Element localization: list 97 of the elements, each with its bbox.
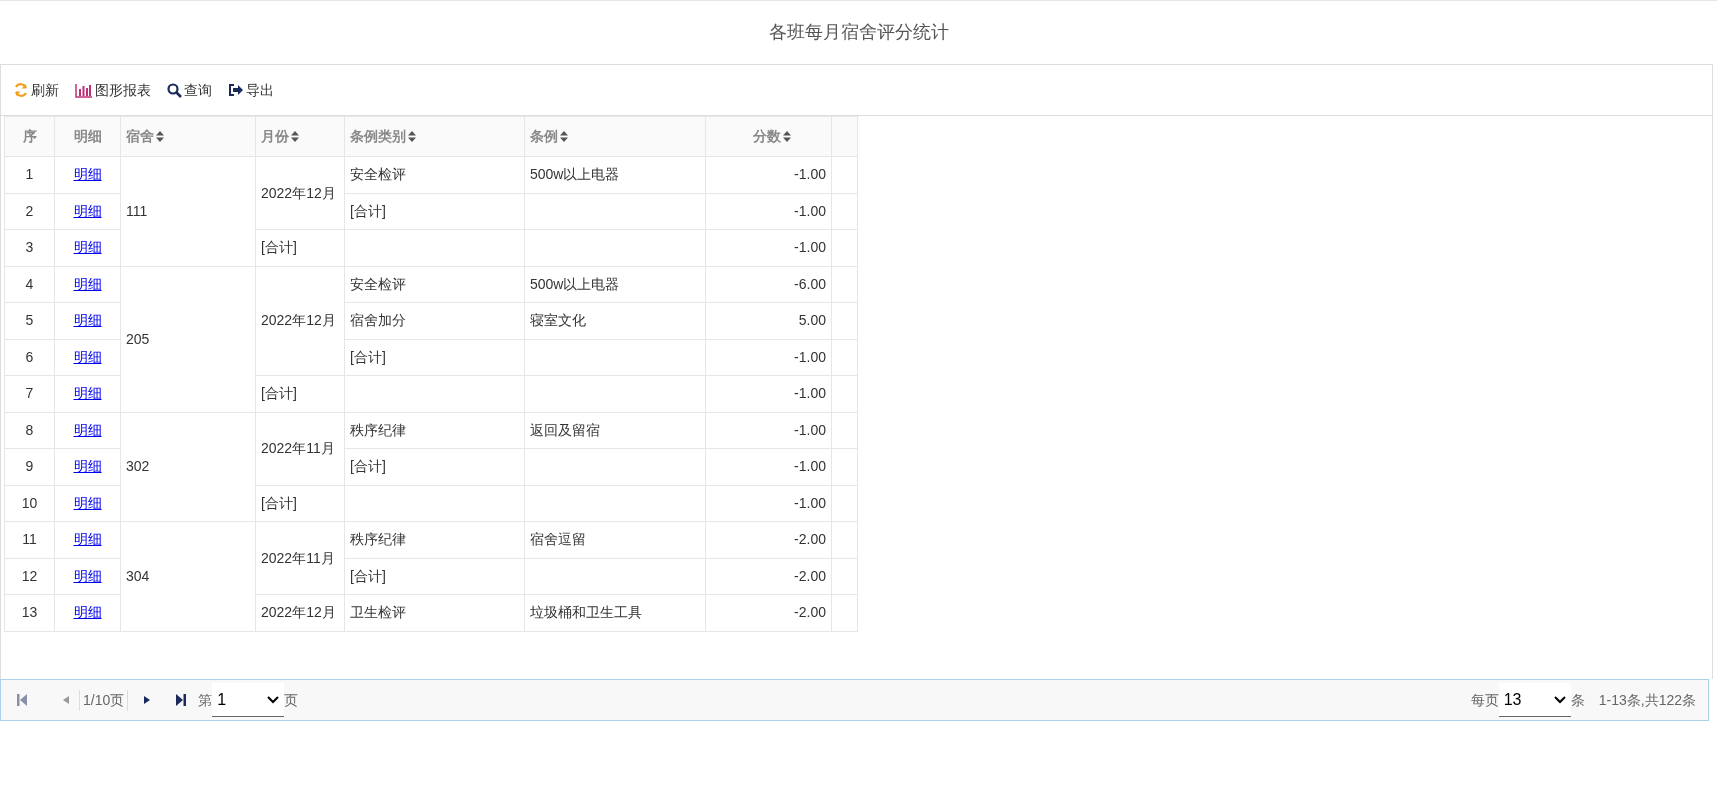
- score-cell: -1.00: [705, 485, 832, 522]
- category-cell: 安全检评: [344, 156, 525, 193]
- per-page-select[interactable]: 13: [1498, 683, 1571, 717]
- row-number: 8: [4, 412, 55, 449]
- category-cell: [合计]: [344, 339, 525, 376]
- month-cell: 2022年12月: [255, 156, 345, 230]
- refresh-icon: [13, 82, 29, 98]
- search-icon: [167, 82, 182, 98]
- month-cell: [合计]: [255, 229, 345, 266]
- row-number: 2: [4, 193, 55, 230]
- sort-icon: [783, 131, 791, 142]
- rule-cell: 宿舍逗留: [524, 521, 706, 558]
- row-number: 12: [4, 558, 55, 595]
- export-icon: [228, 83, 244, 97]
- category-cell: 秩序纪律: [344, 412, 525, 449]
- sort-icon: [560, 131, 568, 142]
- category-cell: 秩序纪律: [344, 521, 525, 558]
- column-header: 明细: [73, 127, 102, 146]
- row-number: 9: [4, 448, 55, 485]
- record-summary: 1-13条,共122条: [1598, 690, 1696, 710]
- page-label: 页: [284, 690, 299, 710]
- detail-link[interactable]: 明细: [73, 531, 102, 548]
- dorm-cell: 302: [120, 412, 256, 522]
- page-label: 第: [198, 690, 213, 710]
- toolbar-button[interactable]: 图形报表: [75, 79, 151, 101]
- rule-cell: 寝室文化: [524, 302, 706, 339]
- detail-link[interactable]: 明细: [73, 239, 102, 256]
- category-cell: [合计]: [344, 193, 525, 230]
- score-cell: -1.00: [705, 448, 832, 485]
- row-number: 7: [4, 375, 55, 412]
- category-cell: 安全检评: [344, 266, 525, 303]
- score-cell: -1.00: [705, 375, 832, 412]
- bar-chart-icon: [75, 82, 93, 98]
- toolbar-button[interactable]: 导出: [228, 79, 274, 101]
- detail-link[interactable]: 明细: [73, 494, 102, 511]
- month-cell: [合计]: [255, 485, 345, 522]
- row-number: 6: [4, 339, 55, 376]
- dorm-cell: 111: [120, 156, 256, 266]
- score-cell: -2.00: [705, 521, 832, 558]
- rule-cell: 500w以上电器: [524, 156, 706, 193]
- score-cell: 5.00: [705, 302, 832, 339]
- row-number: 1: [4, 156, 55, 193]
- page-select[interactable]: 1: [212, 683, 285, 717]
- month-cell: [合计]: [255, 375, 345, 412]
- score-cell: -1.00: [705, 193, 832, 230]
- detail-link[interactable]: 明细: [73, 166, 102, 183]
- score-cell: -1.00: [705, 412, 832, 449]
- category-cell: [合计]: [344, 448, 525, 485]
- toolbar-button[interactable]: 刷新: [13, 79, 59, 101]
- toolbar-button[interactable]: 查询: [167, 79, 212, 101]
- rule-cell: 返回及留宿: [524, 412, 706, 449]
- page-info: 1/10页: [79, 689, 129, 711]
- sort-icon: [156, 131, 164, 142]
- detail-link[interactable]: 明细: [73, 312, 102, 329]
- row-number: 11: [4, 521, 55, 558]
- detail-link[interactable]: 明细: [73, 458, 102, 475]
- row-number: 4: [4, 266, 55, 303]
- per-page-label: 每页: [1470, 690, 1499, 710]
- chevron-down-icon: [267, 695, 280, 704]
- column-header: 序: [22, 127, 37, 146]
- detail-link[interactable]: 明细: [73, 421, 102, 438]
- detail-link[interactable]: 明细: [73, 385, 102, 402]
- first-page-icon[interactable]: [17, 694, 27, 706]
- category-cell: [合计]: [344, 558, 525, 595]
- score-cell: -6.00: [705, 266, 832, 303]
- sort-icon: [291, 131, 299, 142]
- rule-cell: 垃圾桶和卫生工具: [524, 594, 706, 631]
- month-cell: 2022年12月: [255, 266, 345, 376]
- month-cell: 2022年12月: [255, 594, 345, 631]
- month-cell: 2022年11月: [255, 412, 345, 485]
- detail-link[interactable]: 明细: [73, 348, 102, 365]
- detail-link[interactable]: 明细: [73, 275, 102, 292]
- score-cell: -1.00: [705, 339, 832, 376]
- score-cell: -1.00: [705, 156, 832, 193]
- month-cell: 2022年11月: [255, 521, 345, 595]
- row-number: 10: [4, 485, 55, 522]
- detail-link[interactable]: 明细: [73, 567, 102, 584]
- category-cell: 宿舍加分: [344, 302, 525, 339]
- per-page-label: 条: [1570, 690, 1585, 710]
- sort-icon: [408, 131, 416, 142]
- next-page-icon[interactable]: [144, 696, 151, 704]
- detail-link[interactable]: 明细: [73, 604, 102, 621]
- dorm-cell: 205: [120, 266, 256, 412]
- rule-cell: 500w以上电器: [524, 266, 706, 303]
- chevron-down-icon: [1553, 695, 1566, 704]
- previous-page-icon[interactable]: [63, 696, 69, 704]
- last-page-icon[interactable]: [176, 694, 187, 706]
- score-cell: -2.00: [705, 594, 832, 631]
- detail-link[interactable]: 明细: [73, 202, 102, 219]
- category-cell: 卫生检评: [344, 594, 525, 631]
- row-number: 3: [4, 229, 55, 266]
- score-cell: -2.00: [705, 558, 832, 595]
- dorm-cell: 304: [120, 521, 256, 631]
- row-number: 13: [4, 594, 55, 631]
- page-title: 各班每月宿舍评分统计: [768, 21, 949, 44]
- row-number: 5: [4, 302, 55, 339]
- score-cell: -1.00: [705, 229, 832, 266]
